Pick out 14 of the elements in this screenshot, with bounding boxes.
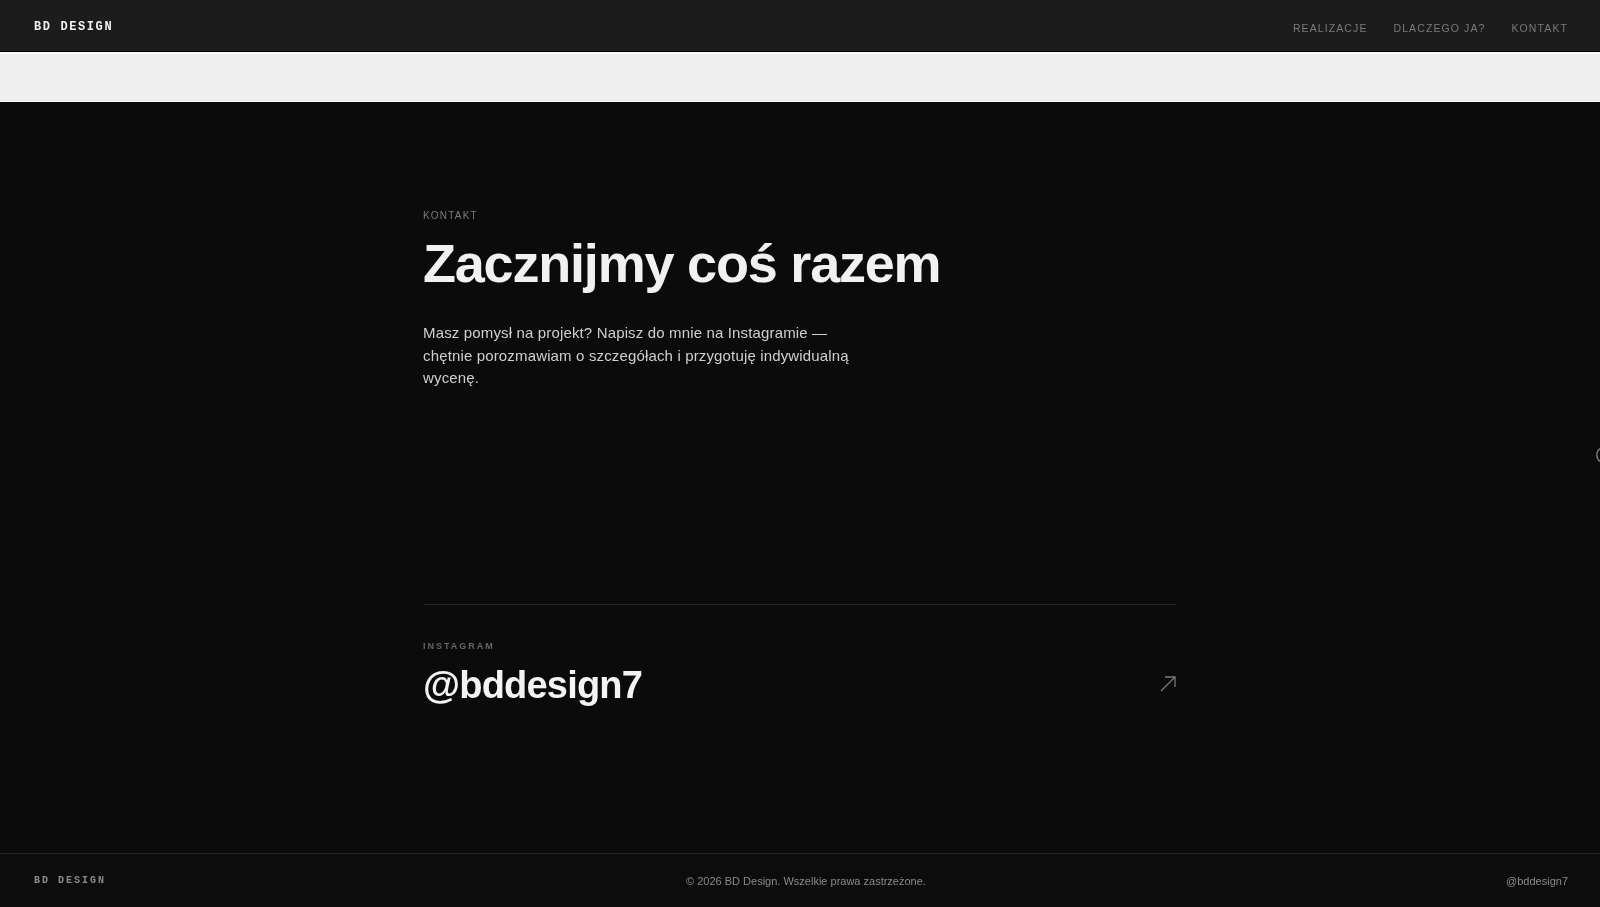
copyright-text: © 2026 BD Design. Wszelkie prawa zastrzeżone. — [685, 874, 926, 887]
nav-link[interactable]: REALIZACJE — [1292, 21, 1368, 34]
footer-handle-link[interactable]: @bddesign7 — [1506, 874, 1568, 887]
footer-logo: BD DESIGN — [34, 875, 106, 886]
arrow-up-right-icon — [1160, 675, 1176, 692]
nav-link[interactable]: KONTAKT — [1511, 21, 1568, 34]
logo-link[interactable]: BD DESIGN — [34, 17, 114, 34]
section-title: Zacznijmy coś razem — [423, 234, 942, 293]
instagram-handle-link[interactable]: @bddesign7 — [423, 661, 643, 708]
section-description: Masz pomysł na projekt? Napisz do mnie na Instagramie — chętnie porozmawiam o szczegółach i przygotuję indywidualną wycenę. — [423, 323, 850, 388]
nav-link[interactable]: DLACZEGO JA? — [1393, 21, 1486, 34]
section-eyebrow: KONTAKT — [423, 209, 479, 223]
instagram-label: INSTAGRAM — [423, 639, 496, 652]
ring-icon — [1595, 446, 1600, 464]
